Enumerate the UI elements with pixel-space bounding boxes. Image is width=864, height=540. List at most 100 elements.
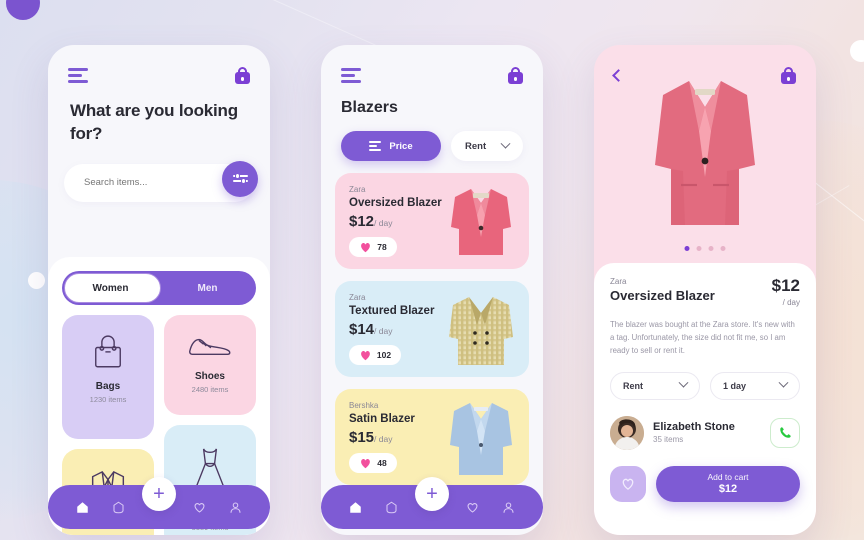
like-count: 102 xyxy=(376,350,392,360)
nav-plus-button[interactable]: + xyxy=(142,477,176,511)
heart-outline-icon xyxy=(622,478,634,490)
detail-actions: Add to cart $12 xyxy=(610,465,800,502)
add-to-cart-button[interactable]: Add to cart $12 xyxy=(656,465,800,502)
bottom-navigation: + xyxy=(321,477,543,529)
product-card[interactable]: Zara Textured Blazer $14/ day 102 xyxy=(335,281,529,377)
carousel-dot[interactable] xyxy=(720,246,726,251)
phone-screen-list: Blazers Price Rent Zara Oversized Blazer… xyxy=(321,45,543,535)
nav-person-icon[interactable] xyxy=(223,494,249,520)
price-filter-button[interactable]: Price xyxy=(341,131,441,161)
product-name: Oversized Blazer xyxy=(610,288,715,303)
category-count: 1230 items xyxy=(89,395,127,404)
nav-plus-button[interactable]: + xyxy=(415,477,449,511)
filter-row: Price Rent xyxy=(321,117,543,161)
sneaker-icon xyxy=(172,327,248,365)
gender-segmented-control: Women Men xyxy=(62,271,256,305)
product-hero xyxy=(594,45,816,267)
duration-select[interactable]: 1 day xyxy=(710,371,800,400)
like-badge[interactable]: 102 xyxy=(349,345,401,365)
rent-dropdown-value: Rent xyxy=(465,140,487,152)
shopping-bag-icon[interactable] xyxy=(781,67,796,84)
list-header xyxy=(321,45,543,84)
heart-icon xyxy=(361,243,371,253)
nav-person-icon[interactable] xyxy=(496,494,522,520)
category-name: Shoes xyxy=(194,371,225,382)
avatar xyxy=(610,415,644,450)
product-period: / day xyxy=(374,218,393,228)
category-card-bags[interactable]: Bags 1230 items xyxy=(62,315,154,439)
like-badge[interactable]: 48 xyxy=(349,453,397,473)
add-to-cart-amount: $12 xyxy=(718,483,738,496)
rent-type-value: Rent xyxy=(623,380,643,391)
home-sheet: Women Men Bags 1230 items Shoes 2480 ite… xyxy=(48,257,270,535)
product-card[interactable]: Bershka Satin Blazer $15/ day 48 xyxy=(335,389,529,485)
like-badge[interactable]: 78 xyxy=(349,237,397,257)
product-period: / day xyxy=(374,326,393,336)
page-title: What are you looking for? xyxy=(70,101,238,143)
price-filter-label: Price xyxy=(389,140,413,152)
bg-dot-purple xyxy=(6,0,40,20)
seller-name: Elizabeth Stone xyxy=(653,421,735,434)
product-price: $12 xyxy=(771,276,800,295)
product-period: / day xyxy=(782,298,800,307)
nav-shop-icon[interactable] xyxy=(106,494,132,520)
filter-bars-icon xyxy=(369,140,382,152)
chevron-down-icon xyxy=(500,138,511,149)
favorite-button[interactable] xyxy=(610,465,646,502)
segment-men[interactable]: Men xyxy=(159,283,256,294)
carousel-dots xyxy=(684,246,726,251)
category-card-shoes[interactable]: Shoes 2480 items xyxy=(164,315,256,415)
page-title: Blazers xyxy=(341,99,398,116)
chevron-down-icon xyxy=(678,377,689,388)
product-price: $12 xyxy=(349,213,375,230)
detail-sheet: Zara Oversized Blazer $12 / day The blaz… xyxy=(594,263,816,535)
like-count: 78 xyxy=(377,242,387,252)
nav-home-icon[interactable] xyxy=(342,494,368,520)
product-description: The blazer was bought at the Zara store.… xyxy=(610,320,795,355)
carousel-dot[interactable] xyxy=(696,246,702,251)
product-card[interactable]: Zara Oversized Blazer $12/ day 78 xyxy=(335,173,529,269)
add-to-cart-label: Add to cart xyxy=(707,472,749,483)
like-count: 48 xyxy=(377,458,387,468)
category-count: 2480 items xyxy=(191,385,229,394)
phone-screen-detail: Zara Oversized Blazer $12 / day The blaz… xyxy=(594,45,816,535)
back-arrow-icon[interactable] xyxy=(612,69,625,82)
bg-dot-white xyxy=(850,40,864,62)
product-brand: Zara xyxy=(610,277,627,286)
nav-home-icon[interactable] xyxy=(69,494,95,520)
home-header xyxy=(48,45,270,84)
detail-selects: Rent 1 day xyxy=(610,371,800,400)
product-thumbnail xyxy=(441,181,521,263)
nav-heart-icon[interactable] xyxy=(459,494,485,520)
product-price: $15 xyxy=(349,429,375,446)
handbag-icon xyxy=(70,327,146,375)
heart-icon xyxy=(361,351,370,361)
shopping-bag-icon[interactable] xyxy=(235,67,250,84)
product-price: $14 xyxy=(349,321,375,338)
search-input[interactable] xyxy=(84,177,234,189)
duration-value: 1 day xyxy=(723,380,747,391)
product-thumbnail xyxy=(441,289,521,371)
product-list: Zara Oversized Blazer $12/ day 78 Zara T… xyxy=(321,161,543,485)
nav-shop-icon[interactable] xyxy=(379,494,405,520)
shopping-bag-icon[interactable] xyxy=(508,67,523,84)
product-period: / day xyxy=(374,434,393,444)
carousel-dot[interactable] xyxy=(708,246,714,251)
phone-icon[interactable] xyxy=(770,417,800,448)
rent-dropdown[interactable]: Rent xyxy=(451,131,523,161)
nav-heart-icon[interactable] xyxy=(186,494,212,520)
rent-type-select[interactable]: Rent xyxy=(610,371,700,400)
hamburger-icon[interactable] xyxy=(68,68,88,83)
detail-title-row: Zara Oversized Blazer $12 / day xyxy=(610,277,800,307)
hamburger-icon[interactable] xyxy=(341,68,361,83)
product-thumbnail xyxy=(441,397,521,479)
segment-women[interactable]: Women xyxy=(62,283,159,294)
bottom-navigation: + xyxy=(48,477,270,529)
sliders-icon[interactable] xyxy=(222,160,258,197)
phone-screen-home: What are you looking for? Women Men xyxy=(48,45,270,535)
carousel-dot[interactable] xyxy=(684,246,690,251)
category-name: Bags xyxy=(95,381,121,392)
bg-dot-white xyxy=(28,272,45,289)
heart-icon xyxy=(361,459,371,469)
seller-row[interactable]: Elizabeth Stone 35 items xyxy=(610,415,800,450)
